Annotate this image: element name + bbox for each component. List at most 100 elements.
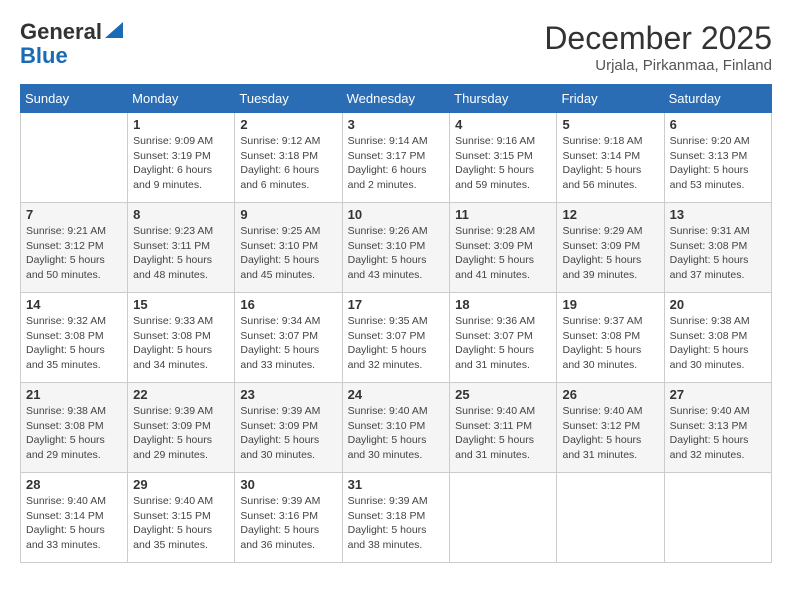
day-number: 22 [133,387,229,402]
day-number: 29 [133,477,229,492]
logo-triangle-icon [105,22,123,38]
day-info: Sunrise: 9:35 AM Sunset: 3:07 PM Dayligh… [348,314,445,373]
day-info: Sunrise: 9:31 AM Sunset: 3:08 PM Dayligh… [670,224,766,283]
day-number: 8 [133,207,229,222]
calendar-cell: 20 Sunrise: 9:38 AM Sunset: 3:08 PM Dayli… [664,293,771,383]
weekday-header-wednesday: Wednesday [342,85,450,113]
calendar-cell: 26 Sunrise: 9:40 AM Sunset: 3:12 PM Dayli… [557,383,664,473]
weekday-header-saturday: Saturday [664,85,771,113]
day-info: Sunrise: 9:37 AM Sunset: 3:08 PM Dayligh… [562,314,658,373]
week-row-3: 14Sunrise: 9:32 AM Sunset: 3:08 PM Dayli… [21,293,772,383]
day-number: 14 [26,297,122,312]
day-info: Sunrise: 9:14 AM Sunset: 3:17 PM Dayligh… [348,134,445,193]
calendar-cell: 16 Sunrise: 9:34 AM Sunset: 3:07 PM Dayli… [235,293,342,383]
day-number: 6 [670,117,766,132]
calendar-cell: 2 Sunrise: 9:12 AM Sunset: 3:18 PM Daylig… [235,113,342,203]
day-number: 9 [240,207,336,222]
day-info: Sunrise: 9:40 AM Sunset: 3:12 PM Dayligh… [562,404,658,463]
calendar-cell: 14Sunrise: 9:32 AM Sunset: 3:08 PM Dayli… [21,293,128,383]
day-number: 7 [26,207,122,222]
calendar-cell: 8 Sunrise: 9:23 AM Sunset: 3:11 PM Daylig… [128,203,235,293]
day-number: 3 [348,117,445,132]
calendar-cell: 18Sunrise: 9:36 AM Sunset: 3:07 PM Dayli… [450,293,557,383]
day-number: 11 [455,207,551,222]
calendar-cell: 9 Sunrise: 9:25 AM Sunset: 3:10 PM Daylig… [235,203,342,293]
day-number: 18 [455,297,551,312]
day-info: Sunrise: 9:40 AM Sunset: 3:11 PM Dayligh… [455,404,551,463]
calendar-table: SundayMondayTuesdayWednesdayThursdayFrid… [20,84,772,563]
logo-blue-text: Blue [20,44,123,68]
day-info: Sunrise: 9:28 AM Sunset: 3:09 PM Dayligh… [455,224,551,283]
day-number: 5 [562,117,658,132]
day-number: 20 [670,297,766,312]
calendar-cell [664,473,771,563]
logo: General Blue [20,20,123,68]
day-info: Sunrise: 9:20 AM Sunset: 3:13 PM Dayligh… [670,134,766,193]
calendar-cell: 31 Sunrise: 9:39 AM Sunset: 3:18 PM Dayli… [342,473,450,563]
day-number: 31 [348,477,445,492]
day-number: 13 [670,207,766,222]
day-number: 23 [240,387,336,402]
day-number: 26 [562,387,658,402]
day-info: Sunrise: 9:18 AM Sunset: 3:14 PM Dayligh… [562,134,658,193]
day-number: 10 [348,207,445,222]
day-number: 12 [562,207,658,222]
calendar-cell: 28Sunrise: 9:40 AM Sunset: 3:14 PM Dayli… [21,473,128,563]
day-number: 17 [348,297,445,312]
day-info: Sunrise: 9:12 AM Sunset: 3:18 PM Dayligh… [240,134,336,193]
day-info: Sunrise: 9:23 AM Sunset: 3:11 PM Dayligh… [133,224,229,283]
calendar-cell [557,473,664,563]
day-info: Sunrise: 9:40 AM Sunset: 3:10 PM Dayligh… [348,404,445,463]
day-number: 4 [455,117,551,132]
day-number: 27 [670,387,766,402]
weekday-header-friday: Friday [557,85,664,113]
week-row-1: 1Sunrise: 9:09 AM Sunset: 3:19 PM Daylig… [21,113,772,203]
location-subheading: Urjala, Pirkanmaa, Finland [544,57,772,74]
day-number: 19 [562,297,658,312]
day-info: Sunrise: 9:39 AM Sunset: 3:09 PM Dayligh… [133,404,229,463]
logo-general-text: General [20,20,102,44]
day-info: Sunrise: 9:29 AM Sunset: 3:09 PM Dayligh… [562,224,658,283]
calendar-cell: 22 Sunrise: 9:39 AM Sunset: 3:09 PM Dayli… [128,383,235,473]
calendar-cell [21,113,128,203]
day-number: 24 [348,387,445,402]
day-number: 25 [455,387,551,402]
calendar-cell: 24 Sunrise: 9:40 AM Sunset: 3:10 PM Dayli… [342,383,450,473]
calendar-cell [450,473,557,563]
calendar-cell: 30 Sunrise: 9:39 AM Sunset: 3:16 PM Dayli… [235,473,342,563]
day-info: Sunrise: 9:26 AM Sunset: 3:10 PM Dayligh… [348,224,445,283]
day-info: Sunrise: 9:39 AM Sunset: 3:18 PM Dayligh… [348,494,445,553]
day-number: 2 [240,117,336,132]
calendar-cell: 12 Sunrise: 9:29 AM Sunset: 3:09 PM Dayli… [557,203,664,293]
day-info: Sunrise: 9:16 AM Sunset: 3:15 PM Dayligh… [455,134,551,193]
day-info: Sunrise: 9:40 AM Sunset: 3:14 PM Dayligh… [26,494,122,553]
weekday-header-thursday: Thursday [450,85,557,113]
calendar-cell: 1Sunrise: 9:09 AM Sunset: 3:19 PM Daylig… [128,113,235,203]
title-block: December 2025 Urjala, Pirkanmaa, Finland [544,20,772,74]
calendar-cell: 29Sunrise: 9:40 AM Sunset: 3:15 PM Dayli… [128,473,235,563]
day-info: Sunrise: 9:34 AM Sunset: 3:07 PM Dayligh… [240,314,336,373]
calendar-cell: 13 Sunrise: 9:31 AM Sunset: 3:08 PM Dayli… [664,203,771,293]
day-number: 16 [240,297,336,312]
calendar-cell: 4 Sunrise: 9:16 AM Sunset: 3:15 PM Daylig… [450,113,557,203]
day-info: Sunrise: 9:39 AM Sunset: 3:16 PM Dayligh… [240,494,336,553]
calendar-cell: 21 Sunrise: 9:38 AM Sunset: 3:08 PM Dayli… [21,383,128,473]
day-info: Sunrise: 9:38 AM Sunset: 3:08 PM Dayligh… [670,314,766,373]
week-row-2: 7Sunrise: 9:21 AM Sunset: 3:12 PM Daylig… [21,203,772,293]
day-info: Sunrise: 9:25 AM Sunset: 3:10 PM Dayligh… [240,224,336,283]
weekday-header-sunday: Sunday [21,85,128,113]
day-number: 30 [240,477,336,492]
page-header: General Blue December 2025 Urjala, Pirka… [20,20,772,74]
day-number: 1 [133,117,229,132]
day-info: Sunrise: 9:38 AM Sunset: 3:08 PM Dayligh… [26,404,122,463]
calendar-cell: 15Sunrise: 9:33 AM Sunset: 3:08 PM Dayli… [128,293,235,383]
calendar-cell: 3 Sunrise: 9:14 AM Sunset: 3:17 PM Daylig… [342,113,450,203]
weekday-header-tuesday: Tuesday [235,85,342,113]
day-number: 15 [133,297,229,312]
calendar-cell: 19 Sunrise: 9:37 AM Sunset: 3:08 PM Dayli… [557,293,664,383]
day-number: 21 [26,387,122,402]
week-row-5: 28Sunrise: 9:40 AM Sunset: 3:14 PM Dayli… [21,473,772,563]
weekday-header-monday: Monday [128,85,235,113]
calendar-cell: 17 Sunrise: 9:35 AM Sunset: 3:07 PM Dayli… [342,293,450,383]
day-info: Sunrise: 9:39 AM Sunset: 3:09 PM Dayligh… [240,404,336,463]
